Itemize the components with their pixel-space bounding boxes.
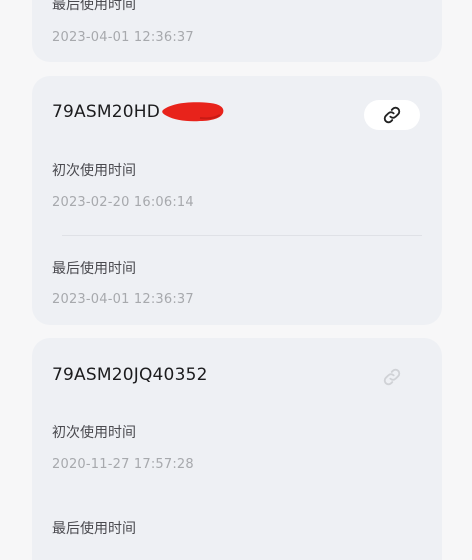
link-icon (383, 106, 401, 124)
device-card-top: 最后使用时间 2023-04-01 12:36:37 (32, 0, 442, 62)
redaction-mark (162, 102, 224, 122)
link-button[interactable] (364, 100, 420, 130)
device-id: 79ASM20HD (52, 102, 161, 122)
first-use-label: 初次使用时间 (52, 425, 136, 441)
device-id: 79ASM20JQ40352 (52, 365, 208, 385)
last-use-label: 最后使用时间 (52, 261, 136, 277)
link-icon (383, 368, 401, 386)
link-button[interactable] (364, 362, 420, 392)
first-use-value: 2020-11-27 17:57:28 (52, 457, 194, 472)
last-use-label: 最后使用时间 (52, 521, 136, 537)
last-use-label: 最后使用时间 (52, 0, 136, 13)
divider (62, 235, 422, 236)
last-use-value: 2023-04-01 12:36:37 (52, 30, 194, 45)
device-list-screen: 最后使用时间 2023-04-01 12:36:37 79ASM20HD 初次使… (0, 0, 472, 560)
first-use-label: 初次使用时间 (52, 163, 136, 179)
first-use-value: 2023-02-20 16:06:14 (52, 195, 194, 210)
device-card[interactable]: 79ASM20HD 初次使用时间 2023-02-20 16:06:14 最后使… (32, 76, 442, 325)
device-card[interactable]: 79ASM20JQ40352 初次使用时间 2020-11-27 17:57:2… (32, 338, 442, 560)
last-use-value: 2023-04-01 12:36:37 (52, 292, 194, 307)
